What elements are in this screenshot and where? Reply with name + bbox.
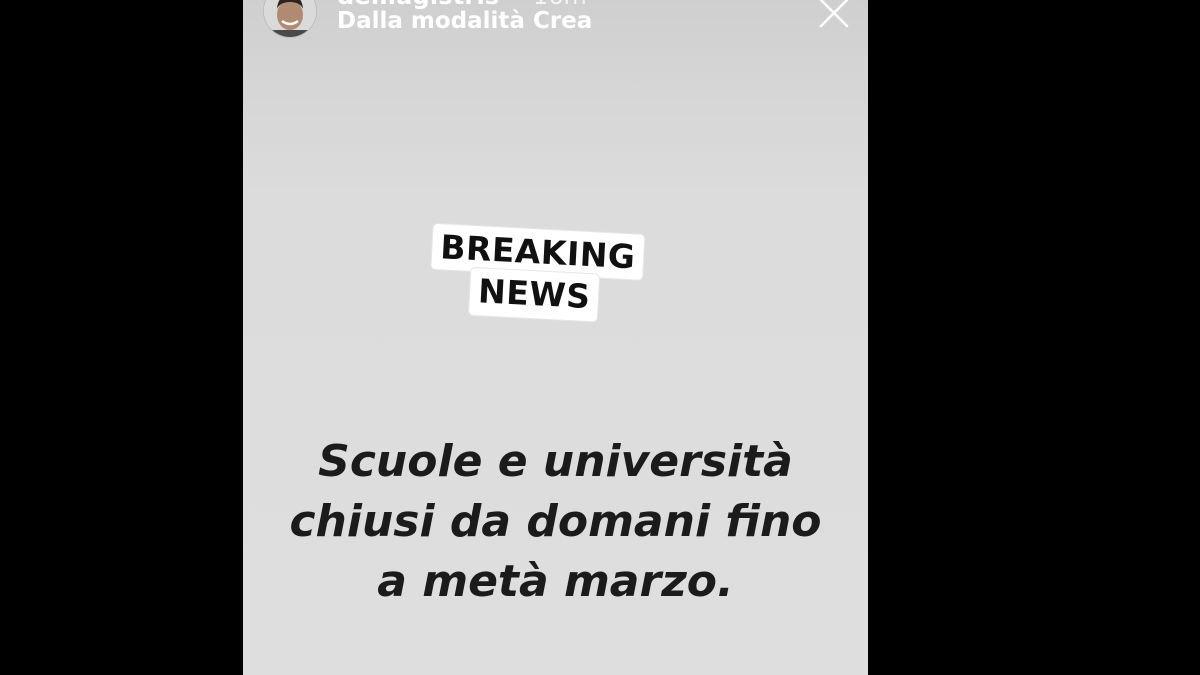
caption-line-1: Scuole e università (318, 436, 793, 487)
sticker-line-2: NEWS (468, 267, 600, 322)
screen: demagistris 16m Dalla modalità Crea BREA… (0, 0, 1200, 675)
profile-photo-icon (264, 0, 316, 37)
close-button[interactable] (817, 0, 851, 30)
close-icon (819, 0, 849, 28)
avatar[interactable] (263, 0, 317, 38)
story-caption: Scuole e università chiusi da domani fin… (243, 432, 868, 612)
caption-line-2: chiusi da domani fino (289, 496, 822, 547)
story-subtitle: Dalla modalità Crea (337, 8, 593, 34)
caption-line-3: a metà marzo. (377, 556, 734, 607)
story-header: demagistris 16m Dalla modalità Crea (243, 0, 868, 60)
story-viewer[interactable]: demagistris 16m Dalla modalità Crea BREA… (243, 0, 868, 675)
breaking-news-sticker: BREAKING NEWS (429, 223, 672, 332)
